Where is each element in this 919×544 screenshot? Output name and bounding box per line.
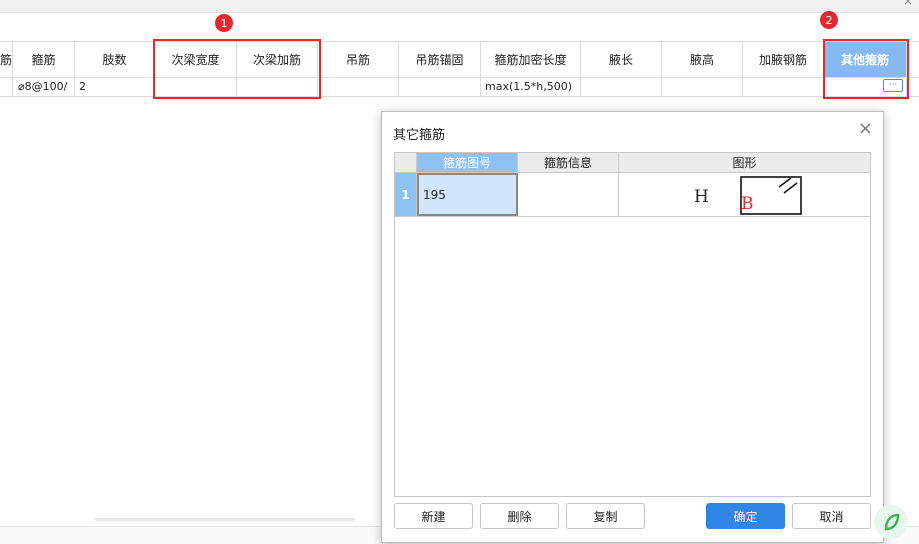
header-cell[interactable]: 吊筋 [318, 42, 399, 77]
shape-cell[interactable]: H B [619, 173, 870, 216]
annotation-badge-1: 1 [215, 14, 233, 32]
shape-label-b: B [741, 194, 754, 214]
grid-header: 箍筋图号 箍筋信息 图形 [395, 153, 870, 173]
horizontal-scrollbar[interactable] [95, 518, 355, 521]
table-cell[interactable] [662, 77, 743, 96]
close-icon[interactable]: × [858, 120, 873, 138]
table-cell[interactable] [743, 77, 824, 96]
app-logo-icon [874, 505, 908, 539]
annotation-badge-2: 2 [820, 11, 838, 29]
delete-button[interactable]: 删除 [480, 503, 559, 529]
header-cell[interactable]: 箍筋加密长度 [481, 42, 581, 77]
stirrup-grid: 箍筋图号 箍筋信息 图形 1 195 H B [394, 152, 871, 497]
grid-header-cell[interactable]: 箍筋图号 [417, 153, 518, 172]
table-cell[interactable]: max(1.5*h,500) [481, 77, 581, 96]
leaf-icon [884, 513, 900, 531]
shape-id-cell[interactable]: 195 [417, 173, 518, 216]
stirrup-info-cell[interactable] [518, 173, 619, 216]
table-row: ⌀8@100/ 2 max(1.5*h,500) ··· [0, 77, 919, 97]
table-header: 筋 箍筋 肢数 次梁宽度 次梁加筋 吊筋 吊筋锚固 箍筋加密长度 腋长 腋高 加… [0, 41, 919, 78]
close-icon[interactable]: × [903, 0, 913, 8]
grid-row: 1 195 H B [395, 173, 870, 217]
header-cell[interactable]: 箍筋 [13, 42, 75, 77]
header-cell[interactable]: 肢数 [75, 42, 155, 77]
header-cell[interactable]: 加腋钢筋 [743, 42, 824, 77]
table-cell[interactable]: ⌀8@100/ [13, 77, 75, 96]
grid-header-cell [395, 153, 417, 172]
cancel-button[interactable]: 取消 [792, 503, 871, 529]
table-cell[interactable] [0, 77, 13, 96]
highlight-box-2 [823, 39, 909, 99]
highlight-box-1 [153, 39, 321, 99]
row-number[interactable]: 1 [395, 173, 417, 216]
grid-header-cell[interactable]: 图形 [619, 153, 870, 172]
dialog-title: 其它箍筋 [393, 128, 446, 143]
shape-label-h: H [694, 187, 709, 207]
title-bar: × [0, 0, 919, 13]
grid-header-cell[interactable]: 箍筋信息 [518, 153, 619, 172]
header-cell[interactable]: 筋 [0, 42, 13, 77]
other-stirrups-dialog: 其它箍筋 × 箍筋图号 箍筋信息 图形 1 195 H B 新建 删除 复制 确… [381, 111, 884, 543]
header-cell[interactable]: 吊筋锚固 [399, 42, 481, 77]
table-cell[interactable] [581, 77, 662, 96]
new-button[interactable]: 新建 [394, 503, 473, 529]
ok-button[interactable]: 确定 [706, 503, 785, 529]
table-cell[interactable]: 2 [75, 77, 155, 96]
table-cell[interactable] [318, 77, 399, 96]
copy-button[interactable]: 复制 [566, 503, 645, 529]
header-cell[interactable]: 腋高 [662, 42, 743, 77]
table-cell[interactable] [399, 77, 481, 96]
header-cell[interactable]: 腋长 [581, 42, 662, 77]
